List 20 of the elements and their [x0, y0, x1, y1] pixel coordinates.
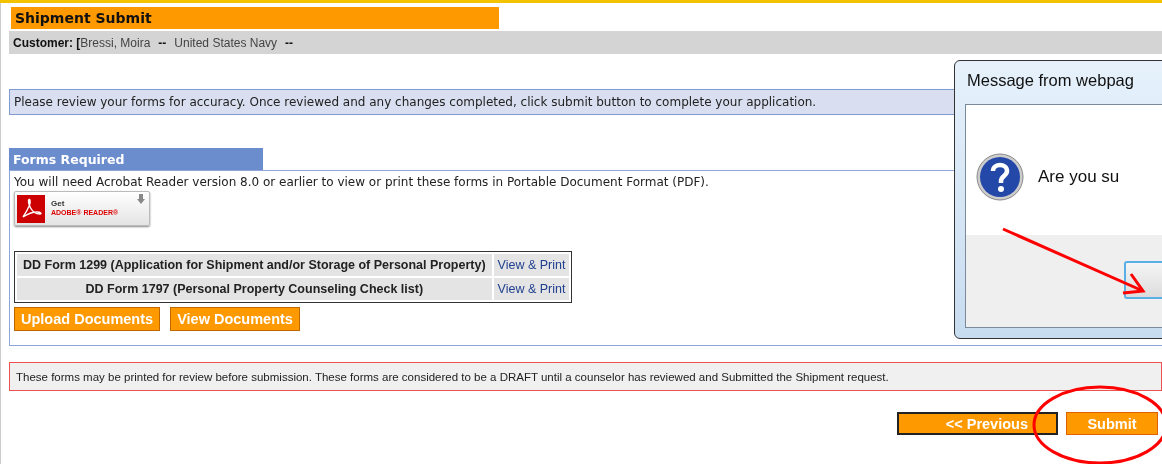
dialog-message: Are you su [1038, 167, 1120, 187]
form-name-cell: DD Form 1797 (Personal Property Counseling Check list) [17, 278, 492, 300]
dialog-title: Message from webpag [967, 71, 1135, 90]
upload-documents-button[interactable]: Upload Documents [14, 307, 161, 331]
acrobat-note: You will need Acrobat Reader version 8.0 or earlier to view or print these forms in Portable Document Format (PDF). [14, 175, 709, 189]
view-documents-button[interactable]: View Documents [170, 307, 300, 331]
customer-name: Bressi, Moira [80, 35, 151, 50]
separator-text: -- [158, 35, 167, 50]
badge-text: Get [51, 200, 66, 209]
view-print-link[interactable]: View & Print [493, 254, 570, 276]
form-name-cell: DD Form 1299 (Application for Shipment and/or Storage of Personal Property) [17, 254, 492, 276]
separator-text: -- [285, 35, 294, 50]
section-heading: Forms Required [9, 148, 263, 170]
submit-button[interactable]: Submit [1066, 412, 1158, 435]
draft-notice: These forms may be printed for review before submission. These forms are considered to be a DRAFT until a counselor has reviewed and Submitted the Shipment request. [9, 362, 1162, 391]
customer-branch: United States Navy [174, 35, 278, 50]
previous-button[interactable]: << Previous [897, 412, 1058, 435]
view-print-link[interactable]: View & Print [493, 278, 570, 300]
customer-label: Customer: [ [13, 35, 81, 50]
page-title: Shipment Submit [11, 7, 499, 29]
